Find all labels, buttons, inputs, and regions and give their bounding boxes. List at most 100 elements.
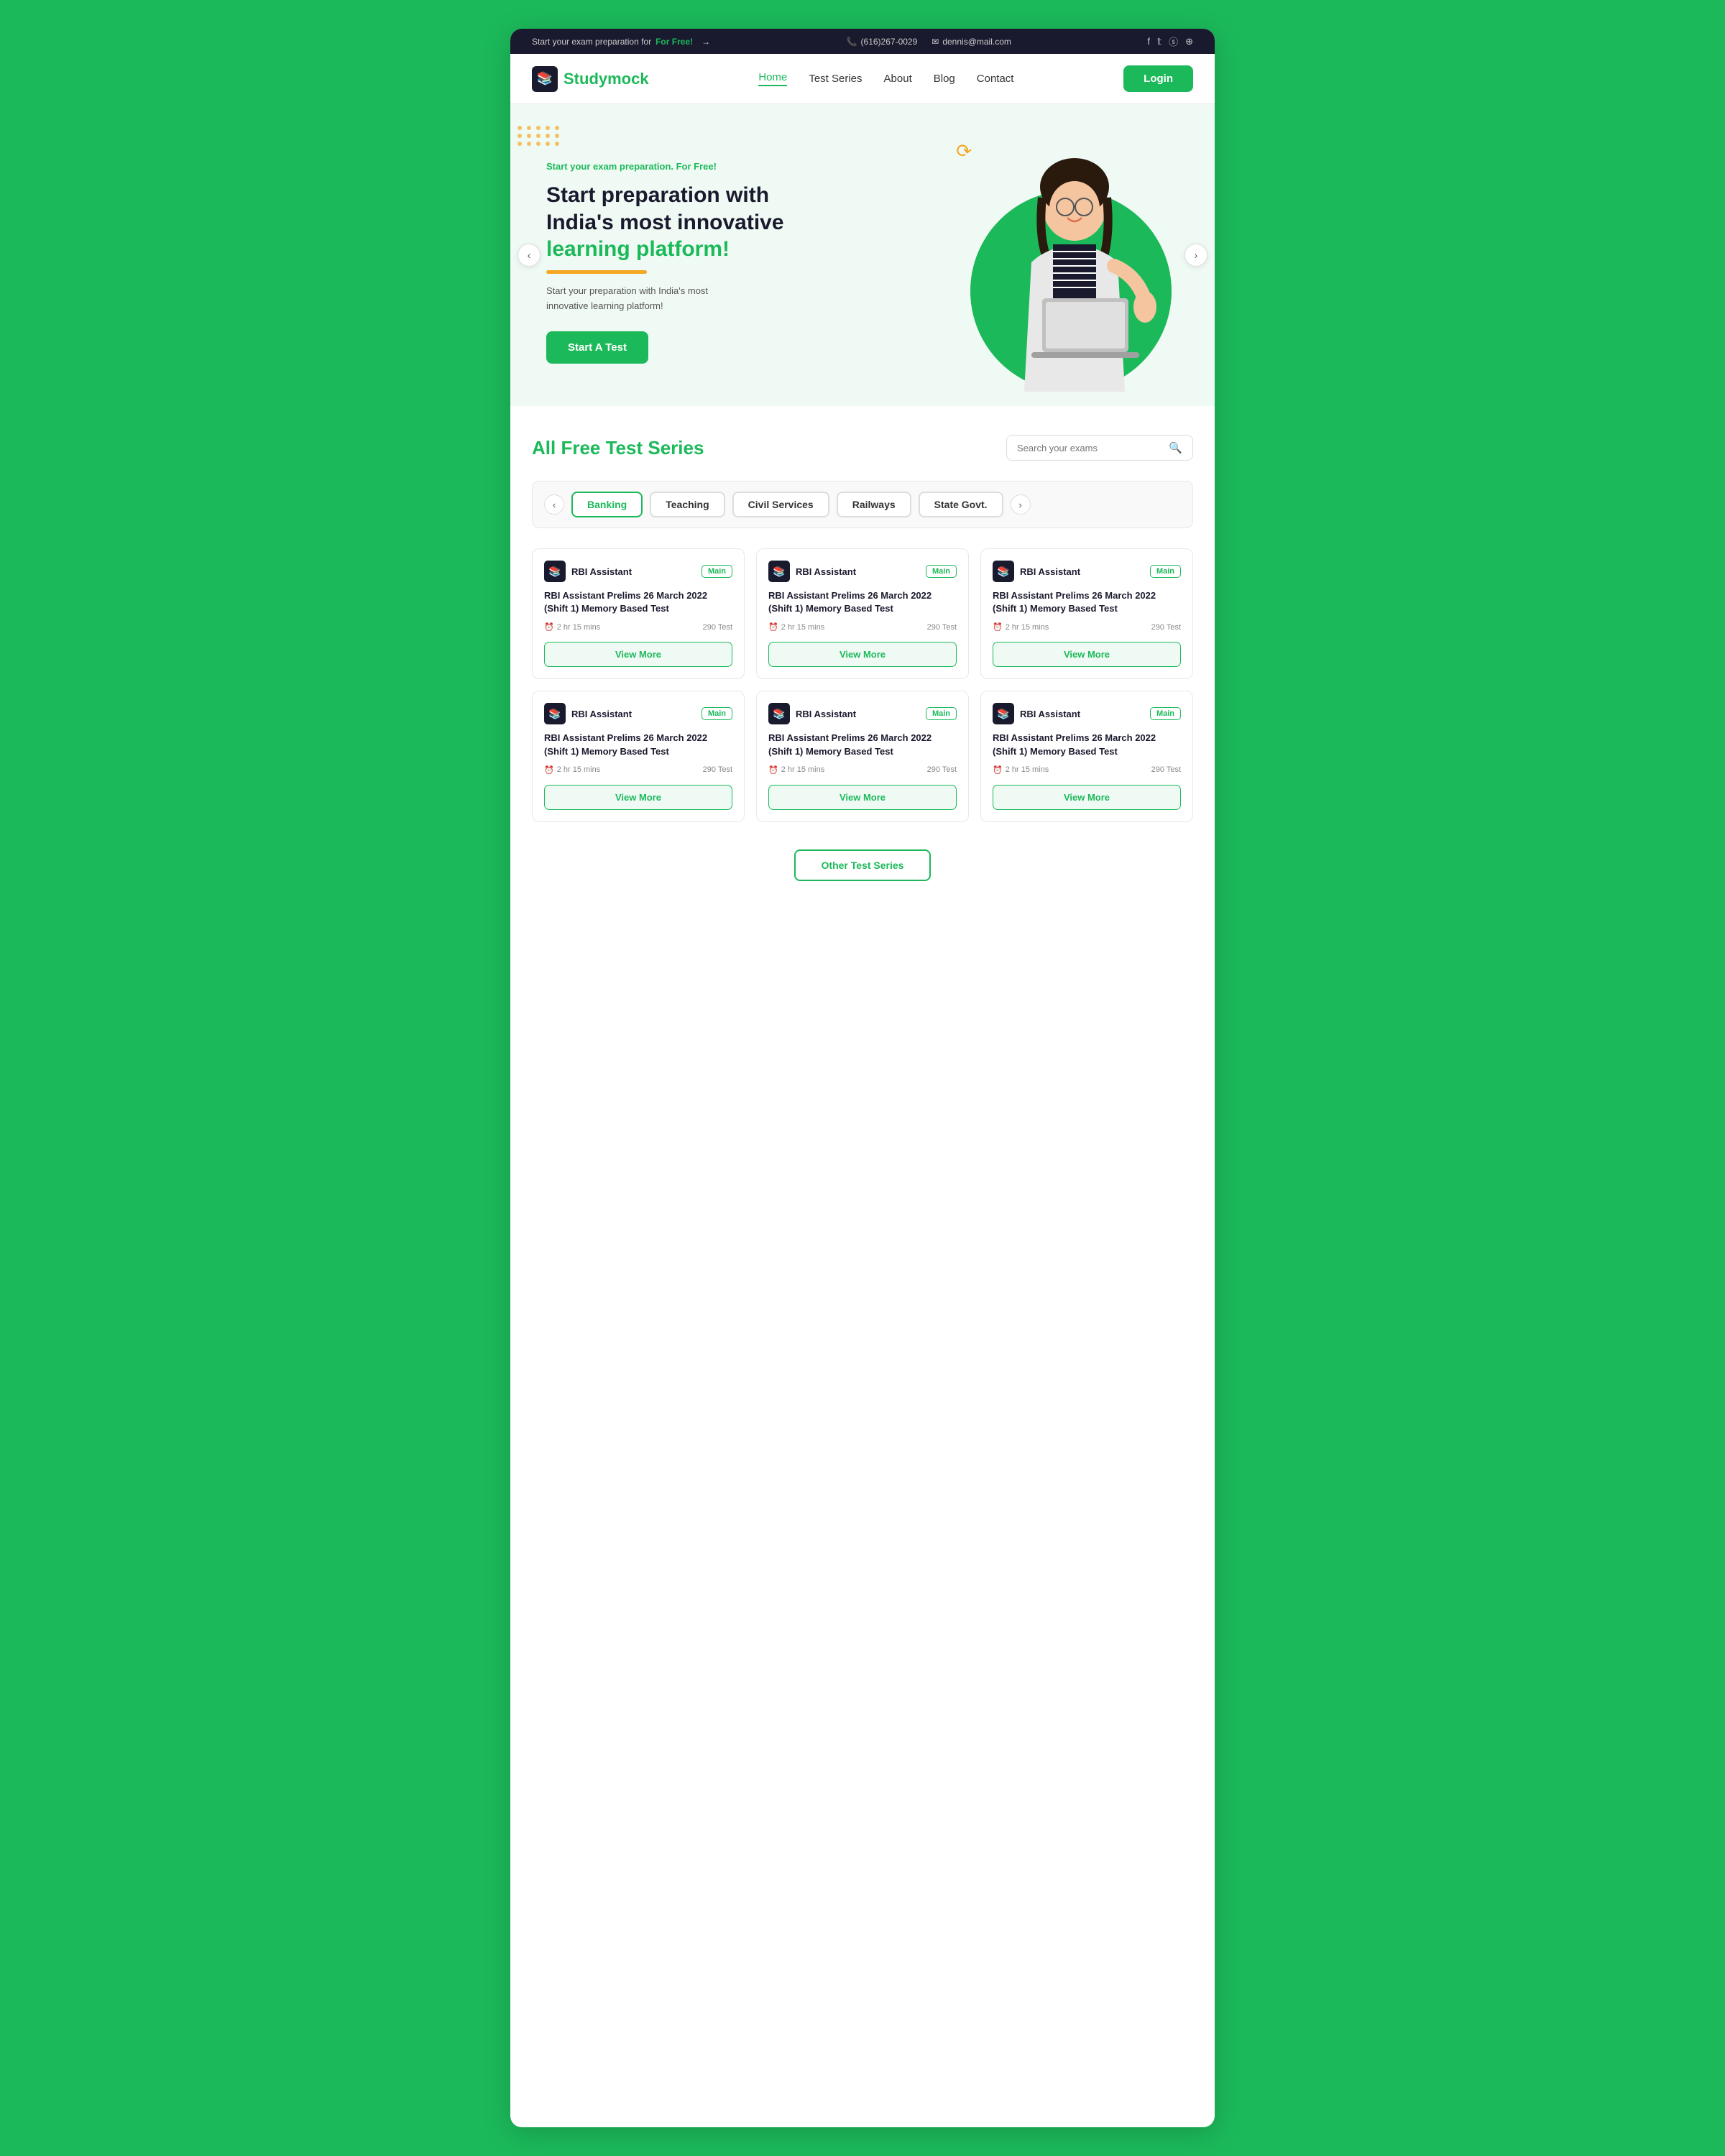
card-tests: 290 Test [927, 765, 957, 774]
view-more-button-4[interactable]: View More [544, 785, 732, 810]
card-tests: 290 Test [927, 623, 957, 632]
card-org-info: 📚 RBI Assistant [544, 703, 632, 724]
card-logo-icon: 📚 [544, 561, 566, 582]
nav-about[interactable]: About [884, 73, 912, 85]
card-header: 📚 RBI Assistant Main [993, 703, 1181, 724]
navbar: 📚 Studymock Home Test Series About Blog … [510, 54, 1215, 104]
card-org-info: 📚 RBI Assistant [993, 703, 1080, 724]
card-logo-icon: 📚 [993, 703, 1014, 724]
twitter-icon[interactable]: 𝕥 [1157, 36, 1162, 47]
card-title: RBI Assistant Prelims 26 March 2022 (Shi… [544, 589, 732, 615]
view-more-button-2[interactable]: View More [768, 642, 957, 667]
card-org-name: RBI Assistant [1020, 566, 1080, 577]
tab-civil-services[interactable]: Civil Services [732, 492, 829, 517]
search-input[interactable] [1017, 443, 1163, 453]
card-time: ⏰ 2 hr 15 mins [993, 765, 1049, 775]
nav-home[interactable]: Home [758, 71, 787, 86]
hero-underline-decoration [546, 270, 647, 274]
hero-next-button[interactable]: › [1184, 244, 1208, 267]
promo-label: Start your exam preparation for [532, 37, 651, 47]
card-time: ⏰ 2 hr 15 mins [544, 622, 600, 632]
hero-dots-decoration [518, 126, 561, 146]
view-more-button-3[interactable]: View More [993, 642, 1181, 667]
card-header: 📚 RBI Assistant Main [993, 561, 1181, 582]
hero-content: Start your exam preparation. For Free! S… [546, 161, 784, 363]
hero-section: ‹ Start your exam preparation. For Free!… [510, 104, 1215, 406]
other-test-series-button[interactable]: Other Test Series [794, 849, 932, 881]
person-svg [974, 147, 1175, 392]
card-time-value: 2 hr 15 mins [557, 623, 601, 632]
tab-banking[interactable]: Banking [571, 492, 643, 517]
test-card-1: 📚 RBI Assistant Main RBI Assistant Preli… [532, 548, 745, 679]
tab-teaching[interactable]: Teaching [650, 492, 724, 517]
instagram-icon[interactable]: ⊕ [1185, 36, 1193, 47]
logo-icon: 📚 [532, 66, 558, 92]
test-card-6: 📚 RBI Assistant Main RBI Assistant Preli… [980, 691, 1193, 821]
card-badge: Main [702, 707, 732, 720]
card-title: RBI Assistant Prelims 26 March 2022 (Shi… [544, 732, 732, 757]
card-logo-icon: 📚 [768, 703, 790, 724]
card-org-info: 📚 RBI Assistant [768, 703, 856, 724]
card-time-value: 2 hr 15 mins [781, 765, 825, 774]
view-more-button-1[interactable]: View More [544, 642, 732, 667]
logo-text: Studymock [564, 70, 649, 88]
top-bar: Start your exam preparation for For Free… [510, 29, 1215, 54]
card-header: 📚 RBI Assistant Main [768, 703, 957, 724]
view-more-button-5[interactable]: View More [768, 785, 957, 810]
tab-state-govt[interactable]: State Govt. [919, 492, 1003, 517]
card-logo-icon: 📚 [544, 703, 566, 724]
skype-icon[interactable]: ⓢ [1169, 34, 1178, 48]
view-more-button-6[interactable]: View More [993, 785, 1181, 810]
tab-railways[interactable]: Railways [837, 492, 911, 517]
phone-contact: 📞 (616)267-0029 [847, 37, 918, 47]
email-address: dennis@mail.com [942, 37, 1011, 47]
social-links: f 𝕥 ⓢ ⊕ [1147, 34, 1193, 48]
card-logo-icon: 📚 [993, 561, 1014, 582]
test-card-4: 📚 RBI Assistant Main RBI Assistant Preli… [532, 691, 745, 821]
section-header: All Free Test Series 🔍 [532, 435, 1193, 461]
email-contact: ✉ dennis@mail.com [932, 37, 1011, 47]
card-title: RBI Assistant Prelims 26 March 2022 (Shi… [993, 732, 1181, 757]
card-meta: ⏰ 2 hr 15 mins 290 Test [768, 622, 957, 632]
hero-title-green: learning platform! [546, 237, 730, 261]
tabs-prev-button[interactable]: ‹ [544, 494, 564, 515]
card-badge: Main [1150, 565, 1181, 578]
hero-prev-button[interactable]: ‹ [518, 244, 540, 267]
facebook-icon[interactable]: f [1147, 36, 1150, 47]
card-time-value: 2 hr 15 mins [1006, 765, 1049, 774]
card-time: ⏰ 2 hr 15 mins [544, 765, 600, 775]
start-test-button[interactable]: Start A Test [546, 331, 648, 364]
card-header: 📚 RBI Assistant Main [768, 561, 957, 582]
card-org-name: RBI Assistant [796, 709, 856, 719]
card-time: ⏰ 2 hr 15 mins [993, 622, 1049, 632]
phone-number: (616)267-0029 [861, 37, 918, 47]
tabs-next-button[interactable]: › [1011, 494, 1031, 515]
hero-title: Start preparation withIndia's most innov… [546, 182, 784, 263]
nav-contact[interactable]: Contact [977, 73, 1014, 85]
card-org-name: RBI Assistant [1020, 709, 1080, 719]
card-header: 📚 RBI Assistant Main [544, 703, 732, 724]
other-test-series-section: Other Test Series [532, 842, 1193, 895]
nav-test-series[interactable]: Test Series [809, 73, 862, 85]
card-org-info: 📚 RBI Assistant [993, 561, 1080, 582]
logo-text-1: Study [564, 70, 607, 88]
section-title-2: Test Series [606, 437, 704, 459]
logo[interactable]: 📚 Studymock [532, 66, 649, 92]
search-box: 🔍 [1006, 435, 1193, 461]
hero-description: Start your preparation with India's most… [546, 284, 784, 314]
card-org-name: RBI Assistant [571, 566, 632, 577]
nav-blog[interactable]: Blog [934, 73, 955, 85]
card-time-value: 2 hr 15 mins [781, 623, 825, 632]
login-button[interactable]: Login [1123, 65, 1193, 92]
card-badge: Main [1150, 707, 1181, 720]
contact-info: 📞 (616)267-0029 ✉ dennis@mail.com [847, 37, 1011, 47]
mail-icon: ✉ [932, 37, 939, 47]
nav-links: Home Test Series About Blog Contact [758, 71, 1013, 86]
logo-text-2: mock [607, 70, 648, 88]
section-title: All Free Test Series [532, 437, 704, 459]
card-tests: 290 Test [703, 765, 732, 774]
card-meta: ⏰ 2 hr 15 mins 290 Test [993, 622, 1181, 632]
search-icon[interactable]: 🔍 [1169, 441, 1182, 454]
card-org-info: 📚 RBI Assistant [768, 561, 856, 582]
test-card-2: 📚 RBI Assistant Main RBI Assistant Preli… [756, 548, 969, 679]
